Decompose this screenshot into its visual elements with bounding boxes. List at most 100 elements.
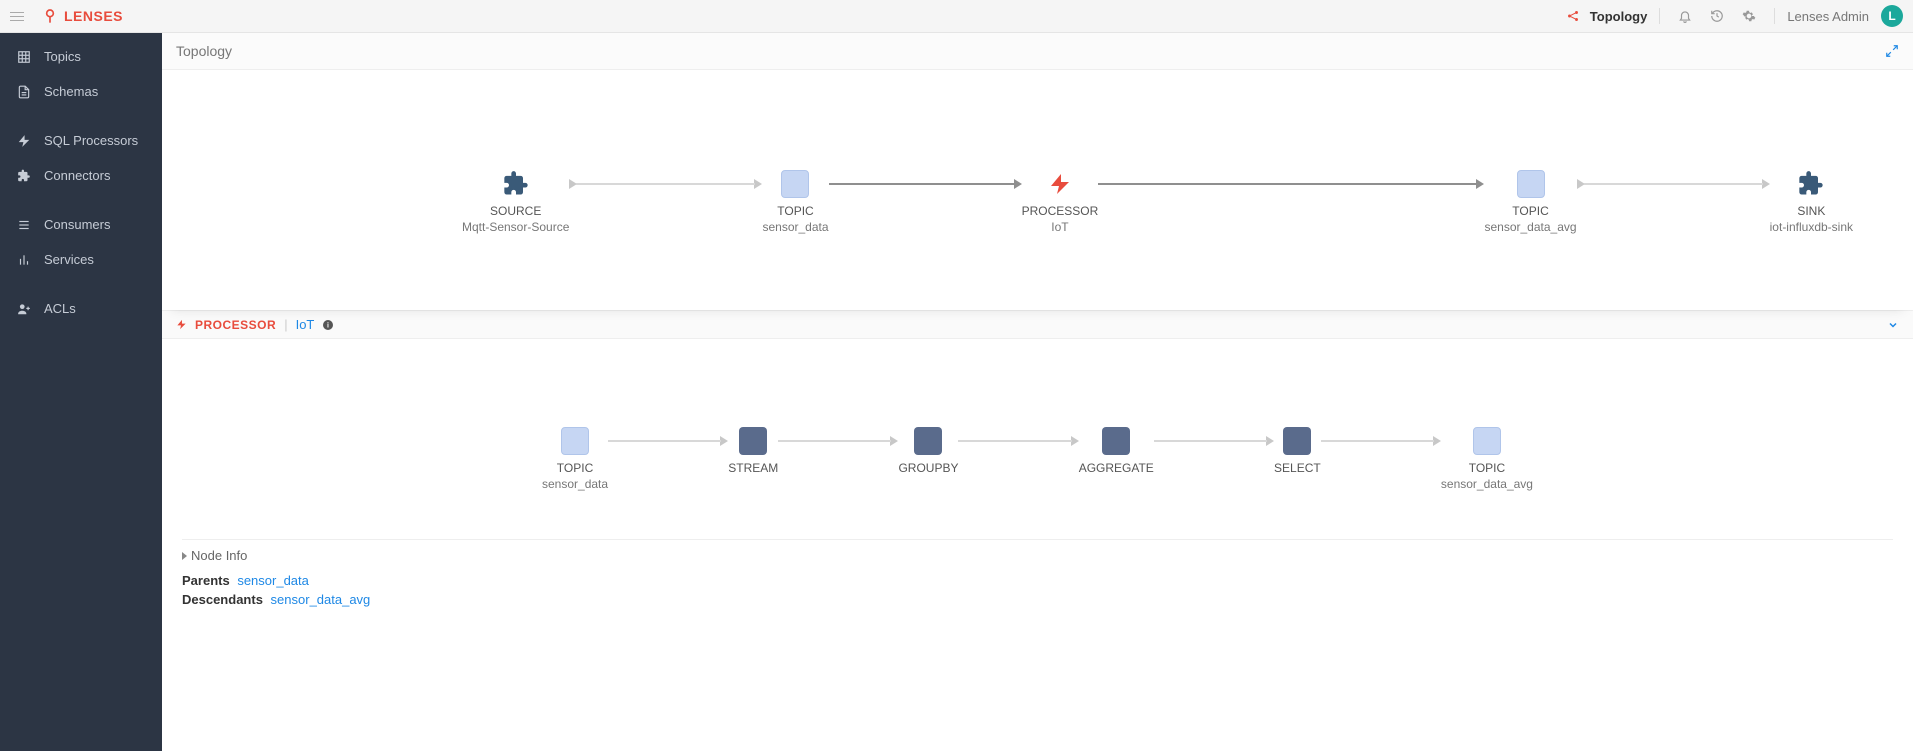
menu-toggle-icon[interactable] bbox=[10, 6, 30, 26]
topology-nav-label[interactable]: Topology bbox=[1590, 9, 1648, 24]
bolt-icon bbox=[176, 319, 187, 330]
edge bbox=[608, 427, 728, 455]
processor-flow-canvas[interactable]: TOPIC sensor_data STREAM GROUPBY bbox=[162, 339, 1913, 539]
edge bbox=[829, 170, 1022, 198]
node-info-title: Node Info bbox=[191, 548, 247, 563]
node-name: sensor_data_avg bbox=[1484, 220, 1576, 236]
edge bbox=[1577, 170, 1770, 198]
user-plus-icon bbox=[16, 302, 32, 316]
sidebar-item-topics[interactable]: Topics bbox=[0, 39, 162, 74]
node-processor[interactable]: PROCESSOR IoT bbox=[1022, 170, 1099, 235]
edge bbox=[1098, 170, 1484, 198]
node-type: SOURCE bbox=[490, 204, 541, 220]
node-topic[interactable]: TOPIC sensor_data bbox=[542, 427, 608, 492]
node-topic[interactable]: TOPIC sensor_data_avg bbox=[1484, 170, 1576, 235]
topic-icon bbox=[781, 170, 809, 198]
divider bbox=[1659, 8, 1660, 24]
operator-icon bbox=[1283, 427, 1311, 455]
node-aggregate[interactable]: AGGREGATE bbox=[1079, 427, 1154, 477]
sidebar-item-label: Consumers bbox=[44, 217, 110, 232]
page-header: Topology bbox=[162, 33, 1913, 70]
topic-icon bbox=[561, 427, 589, 455]
sidebar-item-schemas[interactable]: Schemas bbox=[0, 74, 162, 109]
descendants-link[interactable]: sensor_data_avg bbox=[271, 592, 371, 607]
sidebar-item-label: Services bbox=[44, 252, 94, 267]
node-type: TOPIC bbox=[557, 461, 593, 477]
node-type: PROCESSOR bbox=[1022, 204, 1099, 220]
sidebar-item-label: Connectors bbox=[44, 168, 110, 183]
puzzle-icon bbox=[502, 170, 530, 198]
app-header: LENSES Topology Lenses Admin L bbox=[0, 0, 1913, 33]
brand-text: LENSES bbox=[64, 8, 123, 24]
expand-icon[interactable] bbox=[1885, 44, 1899, 58]
panel-kind: PROCESSOR bbox=[195, 318, 276, 332]
topic-icon bbox=[1473, 427, 1501, 455]
node-name: sensor_data_avg bbox=[1441, 477, 1533, 493]
sidebar-item-services[interactable]: Services bbox=[0, 242, 162, 277]
sidebar-item-acls[interactable]: ACLs bbox=[0, 291, 162, 326]
edge bbox=[958, 427, 1078, 455]
bell-icon[interactable] bbox=[1672, 3, 1698, 29]
sidebar-item-consumers[interactable]: Consumers bbox=[0, 207, 162, 242]
operator-icon bbox=[739, 427, 767, 455]
edge bbox=[778, 427, 898, 455]
topology-canvas[interactable]: SOURCE Mqtt-Sensor-Source TOPIC sensor_d… bbox=[162, 70, 1913, 310]
info-icon[interactable]: i bbox=[322, 319, 334, 331]
edge bbox=[569, 170, 762, 198]
descendants-label: Descendants bbox=[182, 592, 263, 607]
lenses-logo-icon bbox=[42, 8, 58, 24]
gear-icon[interactable] bbox=[1736, 3, 1762, 29]
bolt-icon bbox=[16, 134, 32, 148]
node-name: IoT bbox=[1051, 220, 1068, 236]
puzzle-icon bbox=[1797, 170, 1825, 198]
processor-panel: PROCESSOR | IoT i TOPIC sensor_data bbox=[162, 310, 1913, 629]
sidebar-item-label: Schemas bbox=[44, 84, 98, 99]
chevron-down-icon[interactable] bbox=[1887, 319, 1899, 331]
panel-header: PROCESSOR | IoT i bbox=[162, 310, 1913, 339]
node-select[interactable]: SELECT bbox=[1274, 427, 1321, 477]
list-icon bbox=[16, 218, 32, 232]
document-icon bbox=[16, 85, 32, 99]
user-name[interactable]: Lenses Admin bbox=[1787, 9, 1869, 24]
node-info-toggle[interactable]: Node Info bbox=[182, 539, 1893, 571]
node-type: TOPIC bbox=[777, 204, 813, 220]
edge bbox=[1321, 427, 1441, 455]
divider: | bbox=[284, 317, 287, 332]
puzzle-icon bbox=[16, 169, 32, 183]
parents-label: Parents bbox=[182, 573, 230, 588]
divider bbox=[1774, 8, 1775, 24]
operator-icon bbox=[914, 427, 942, 455]
node-source[interactable]: SOURCE Mqtt-Sensor-Source bbox=[462, 170, 569, 235]
brand-logo[interactable]: LENSES bbox=[42, 8, 123, 24]
parents-link[interactable]: sensor_data bbox=[237, 573, 309, 588]
node-type: SINK bbox=[1797, 204, 1825, 220]
history-icon[interactable] bbox=[1704, 3, 1730, 29]
node-type: TOPIC bbox=[1469, 461, 1505, 477]
sidebar-item-label: SQL Processors bbox=[44, 133, 138, 148]
sidebar-item-sql-processors[interactable]: SQL Processors bbox=[0, 123, 162, 158]
node-topic[interactable]: TOPIC sensor_data_avg bbox=[1441, 427, 1533, 492]
node-type: GROUPBY bbox=[898, 461, 958, 477]
edge bbox=[1154, 427, 1274, 455]
topic-icon bbox=[1517, 170, 1545, 198]
node-name: Mqtt-Sensor-Source bbox=[462, 220, 569, 236]
avatar[interactable]: L bbox=[1881, 5, 1903, 27]
node-groupby[interactable]: GROUPBY bbox=[898, 427, 958, 477]
sidebar-item-connectors[interactable]: Connectors bbox=[0, 158, 162, 193]
main-content: Topology SOURCE Mqtt-Sensor-Source bbox=[162, 33, 1913, 751]
sidebar-item-label: ACLs bbox=[44, 301, 76, 316]
svg-text:i: i bbox=[327, 322, 329, 329]
node-name: iot-influxdb-sink bbox=[1770, 220, 1853, 236]
node-stream[interactable]: STREAM bbox=[728, 427, 778, 477]
panel-name-link[interactable]: IoT bbox=[296, 317, 315, 332]
node-name: sensor_data bbox=[762, 220, 828, 236]
node-sink[interactable]: SINK iot-influxdb-sink bbox=[1770, 170, 1853, 235]
sidebar: Topics Schemas SQL Processors Connectors bbox=[0, 33, 162, 751]
node-topic[interactable]: TOPIC sensor_data bbox=[762, 170, 828, 235]
sidebar-item-label: Topics bbox=[44, 49, 81, 64]
grid-icon bbox=[16, 50, 32, 64]
node-info-parents: Parents sensor_data bbox=[182, 571, 1893, 590]
node-type: TOPIC bbox=[1512, 204, 1548, 220]
share-icon bbox=[1566, 9, 1580, 23]
node-info-section: Node Info Parents sensor_data Descendant… bbox=[162, 539, 1913, 629]
